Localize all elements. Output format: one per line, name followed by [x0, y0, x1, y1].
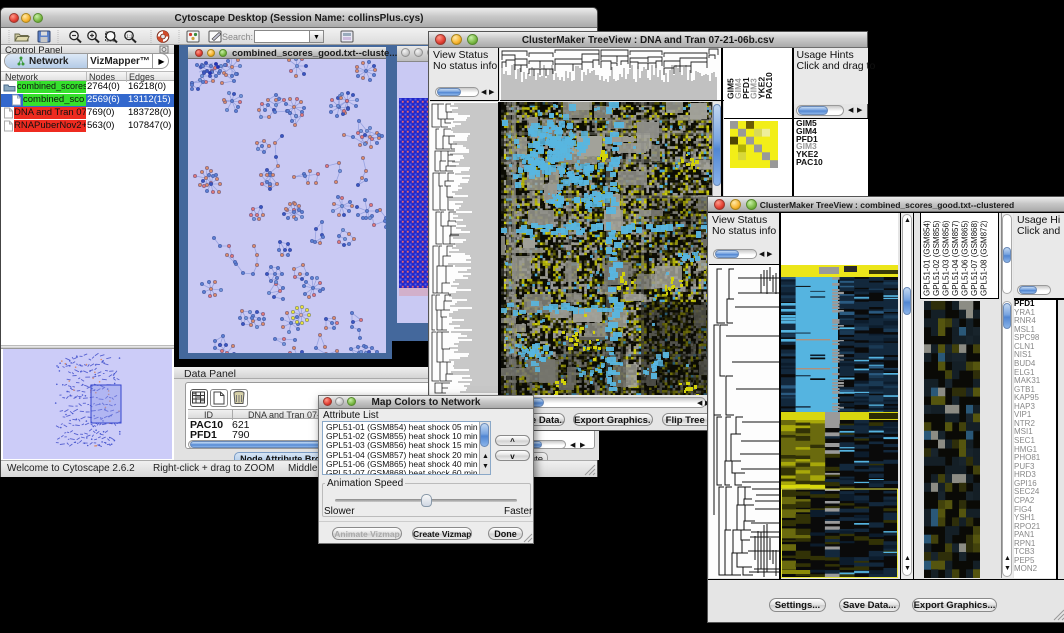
svg-text:GPL51-07 (GSM868): GPL51-07 (GSM868): [970, 220, 979, 296]
svg-text:GPL51-04 (GSM857): GPL51-04 (GSM857): [951, 220, 960, 296]
svg-text:1:1: 1:1: [126, 34, 133, 39]
svg-text:PAC10: PAC10: [764, 72, 774, 99]
svg-text:GPL51-06 (GSM865): GPL51-06 (GSM865): [961, 220, 970, 296]
svg-text:GPL51-01 (GSM854): GPL51-01 (GSM854): [923, 220, 932, 296]
svg-text:GPL51-08 (GSM872): GPL51-08 (GSM872): [980, 220, 989, 296]
svg-text:GPL51-02 (GSM855): GPL51-02 (GSM855): [932, 220, 941, 296]
svg-text:GPL51-03 (GSM856): GPL51-03 (GSM856): [942, 220, 951, 296]
